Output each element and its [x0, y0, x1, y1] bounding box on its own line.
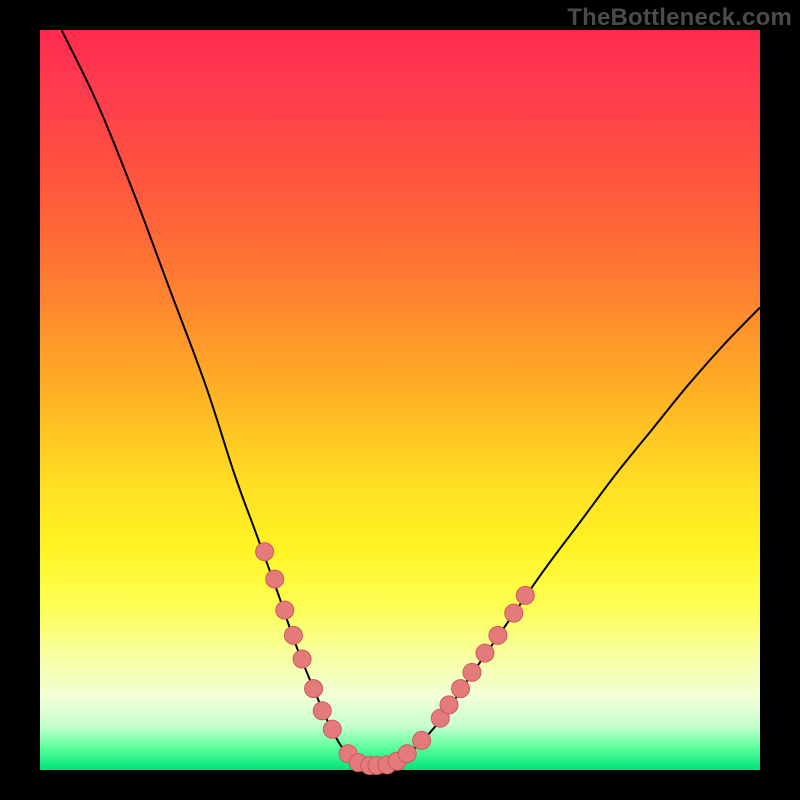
data-marker [451, 680, 469, 698]
data-marker [293, 650, 311, 668]
data-marker [276, 601, 294, 619]
data-marker [398, 745, 416, 763]
plot-area [40, 30, 760, 770]
data-marker [505, 604, 523, 622]
bottleneck-curve [62, 30, 760, 766]
data-marker [440, 696, 458, 714]
data-marker [313, 702, 331, 720]
data-marker [323, 720, 341, 738]
data-marker [413, 731, 431, 749]
data-marker [463, 663, 481, 681]
chart-stage: TheBottleneck.com [0, 0, 800, 800]
data-marker [516, 586, 534, 604]
data-marker [256, 543, 274, 561]
data-marker [266, 570, 284, 588]
data-marker [476, 644, 494, 662]
watermark-text: TheBottleneck.com [567, 4, 792, 32]
data-marker [284, 626, 302, 644]
data-marker [305, 680, 323, 698]
chart-svg [40, 30, 760, 770]
markers-group [256, 543, 535, 775]
data-marker [489, 626, 507, 644]
